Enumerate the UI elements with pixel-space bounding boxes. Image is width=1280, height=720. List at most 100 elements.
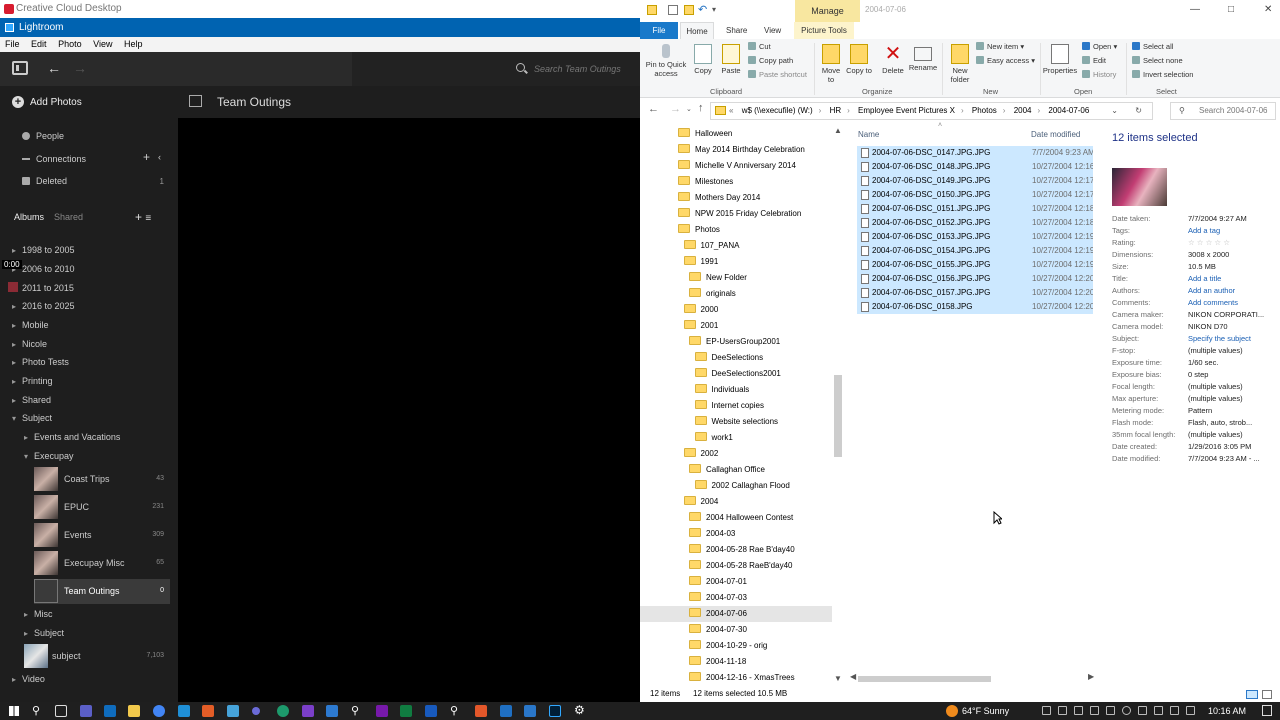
menu-file[interactable]: File [5, 39, 20, 49]
folder-item[interactable]: Website selections [640, 414, 832, 430]
move-to-button[interactable]: Move to [818, 44, 844, 84]
panel-toggle-icon[interactable] [12, 61, 28, 75]
folder-item[interactable]: 2000 [640, 302, 832, 318]
paste-button[interactable]: Paste [718, 44, 744, 75]
folder-item[interactable]: 2001 [640, 318, 832, 334]
address-dropdown-icon[interactable]: ⌄ [1111, 103, 1118, 119]
property-value[interactable]: Add an author [1188, 286, 1278, 295]
tree-execupay[interactable]: ▾ Execupay [24, 451, 74, 461]
file-row[interactable]: 2004-07-06-DSC_0152.JPG.JPG 10/27/2004 12… [857, 216, 1093, 230]
recent-locations-icon[interactable]: ⌄ [686, 105, 692, 113]
nav-scrollbar-thumb[interactable] [834, 375, 842, 457]
column-header-name[interactable]: Name [858, 130, 879, 139]
breadcrumb-drive[interactable]: w$ (\\execufile) (W:) [742, 106, 813, 115]
app-icon-dot[interactable] [252, 707, 260, 715]
add-photos-button[interactable]: + Add Photos [12, 96, 82, 109]
album-execupay-misc[interactable]: Execupay Misc 65 [34, 551, 170, 576]
settings-icon[interactable]: ⚙ [574, 703, 585, 717]
file-row[interactable]: 2004-07-06-DSC_0148.JPG.JPG 10/27/2004 12… [857, 160, 1093, 174]
tree-2016-2025[interactable]: ▸ 2016 to 2025 [12, 301, 75, 311]
folder-item[interactable]: DeeSelections2001 [640, 366, 832, 382]
menu-view[interactable]: View [93, 39, 112, 49]
tab-view[interactable]: View [764, 22, 781, 39]
network-icon[interactable] [1154, 706, 1163, 715]
weather-widget[interactable]: 64°F Sunny [946, 702, 1009, 720]
scroll-left-icon[interactable]: ◀ [850, 672, 856, 681]
tree-photo-tests[interactable]: ▸ Photo Tests [12, 357, 69, 367]
scroll-up-icon[interactable]: ▲ [834, 126, 842, 135]
tab-picture-tools[interactable]: Picture Tools [794, 22, 854, 39]
file-row[interactable]: 2004-07-06-DSC_0158.JPG 10/27/2004 12:20 … [857, 300, 1093, 314]
tree-misc[interactable]: ▸ Misc [24, 609, 53, 619]
address-bar[interactable]: « w$ (\\execufile) (W:) › HR › Employee Ev… [710, 102, 1153, 120]
back-arrow-icon[interactable]: ← [47, 60, 61, 76]
property-value[interactable]: Add a title [1188, 274, 1278, 283]
file-row[interactable]: 2004-07-06-DSC_0154.JPG.JPG 10/27/2004 12… [857, 244, 1093, 258]
breadcrumb-current[interactable]: 2004-07-06 [1048, 106, 1089, 115]
scroll-right-icon[interactable]: ▶ [1088, 672, 1094, 681]
close-icon[interactable]: ✕ [1264, 4, 1272, 15]
copy-path-button[interactable]: Copy path [748, 56, 793, 66]
teams-icon[interactable] [80, 705, 92, 717]
folder-item[interactable]: Photos [640, 222, 832, 238]
app-icon-purple[interactable] [302, 705, 314, 717]
folder-item[interactable]: 1991 [640, 254, 832, 270]
tray-icon[interactable] [1058, 706, 1067, 715]
new-item-button[interactable]: New item ▾ [976, 42, 1024, 52]
file-explorer-icon[interactable] [128, 705, 140, 717]
pin-quick-access-button[interactable]: Pin to Quick access [644, 44, 688, 78]
file-row[interactable]: 2004-07-06-DSC_0157.JPG.JPG 10/27/2004 12… [857, 286, 1093, 300]
folder-item[interactable]: 2004-07-30 [640, 622, 832, 638]
volume-icon[interactable] [1170, 706, 1179, 715]
forward-arrow-icon[interactable]: → [73, 60, 87, 76]
file-row[interactable]: 2004-07-06-DSC_0156.JPG.JPG 10/27/2004 12… [857, 272, 1093, 286]
folder-item[interactable]: 107_PANA [640, 238, 832, 254]
tree-printing[interactable]: ▸ Printing [12, 376, 53, 386]
magnifier-icon[interactable]: ⚲ [351, 704, 359, 717]
folder-item[interactable]: Internet copies [640, 398, 832, 414]
folder-item[interactable]: Callaghan Office [640, 462, 832, 478]
folder-item[interactable]: DeeSelections [640, 350, 832, 366]
tree-events-vacations[interactable]: ▸ Events and Vacations [24, 432, 120, 442]
tree-nicole[interactable]: ▸ Nicole [12, 339, 47, 349]
app-icon-orange[interactable] [202, 705, 214, 717]
add-connection-icon[interactable]: + [143, 150, 150, 164]
properties-button[interactable]: Properties [1042, 44, 1078, 75]
word-icon[interactable] [425, 705, 437, 717]
app-icon-x[interactable] [500, 705, 512, 717]
tab-home[interactable]: Home [680, 22, 714, 40]
app-icon-square[interactable] [326, 705, 338, 717]
add-album-icon[interactable]: + [135, 210, 142, 224]
minimize-icon[interactable]: — [1190, 4, 1200, 15]
undo-icon[interactable]: ↶ [698, 3, 707, 16]
manage-context-tab[interactable]: Manage [795, 0, 860, 22]
folder-item[interactable]: Michelle V Anniversary 2014 [640, 158, 832, 174]
tray-icon[interactable] [1122, 706, 1131, 715]
notification-icon[interactable] [1262, 705, 1272, 716]
back-icon[interactable]: ← [648, 103, 659, 115]
lightroom-grid-area[interactable]: Team Outings [178, 86, 640, 702]
history-button[interactable]: History [1082, 70, 1116, 80]
menu-help[interactable]: Help [124, 39, 143, 49]
large-icons-view-icon[interactable] [1262, 690, 1272, 699]
folder-item[interactable]: 2004-07-03 [640, 590, 832, 606]
property-value[interactable]: Specify the subject [1188, 334, 1278, 343]
breadcrumb-event-pictures[interactable]: Employee Event Pictures X [858, 106, 955, 115]
folder-item[interactable]: 2002 [640, 446, 832, 462]
properties-quick-icon[interactable] [668, 5, 678, 15]
tab-shared[interactable]: Shared [54, 212, 83, 222]
tree-mobile[interactable]: ▸ Mobile [12, 320, 49, 330]
tree-1998-2005[interactable]: ▸ 1998 to 2005 [12, 245, 75, 255]
tree-subject[interactable]: ▾ Subject [12, 413, 52, 423]
nav-people[interactable]: People [22, 131, 64, 141]
file-row[interactable]: 2004-07-06-DSC_0151.JPG.JPG 10/27/2004 12… [857, 202, 1093, 216]
lightroom-taskbar-icon[interactable] [549, 705, 561, 717]
column-header-date-modified[interactable]: Date modified [1031, 130, 1080, 139]
tab-albums[interactable]: Albums [14, 212, 44, 222]
cut-button[interactable]: Cut [748, 42, 771, 52]
app-icon-red[interactable] [475, 705, 487, 717]
property-value[interactable]: Add comments [1188, 298, 1278, 307]
folder-item[interactable]: 2004-07-01 [640, 574, 832, 590]
edge-icon[interactable] [277, 705, 289, 717]
tray-icon[interactable] [1074, 706, 1083, 715]
